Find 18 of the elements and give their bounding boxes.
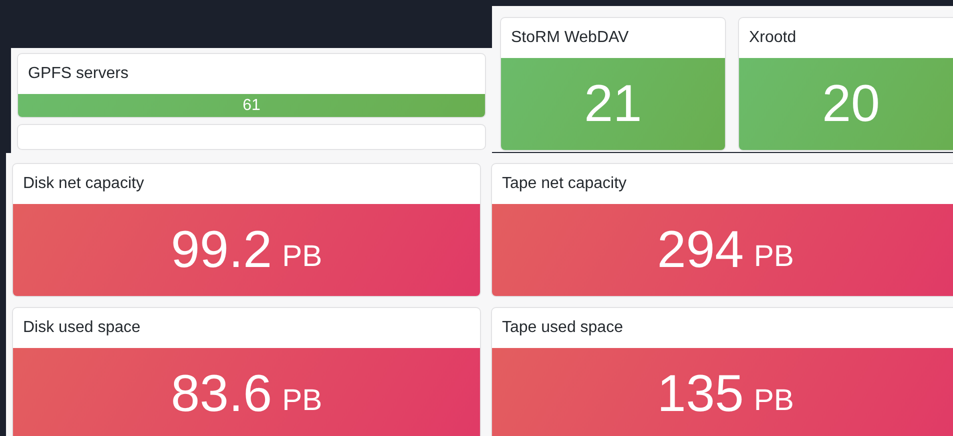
stat-value: 99.2 xyxy=(170,220,272,280)
panel-title: StoRM WebDAV xyxy=(510,28,630,48)
stat-value: 294 xyxy=(657,220,744,280)
stat-value: 135 xyxy=(657,364,744,424)
stat-unit: PB xyxy=(282,239,322,274)
stat-value: 83.6 xyxy=(170,364,272,424)
stat-value: 20 xyxy=(822,74,880,134)
stat-unit: PB xyxy=(754,239,794,274)
stat-unit: PB xyxy=(282,383,322,418)
panel-title: Disk used space xyxy=(22,318,142,338)
stat-unit: PB xyxy=(754,383,794,418)
panel-title: Xrootd xyxy=(748,28,798,48)
panel-title: Tape net capacity xyxy=(501,174,628,194)
stat-value: 21 xyxy=(584,74,642,134)
panel-title: Disk net capacity xyxy=(22,174,145,194)
panel-title: GPFS servers xyxy=(27,64,130,84)
stat-value: 61 xyxy=(242,96,260,115)
panel-title: Tape used space xyxy=(501,318,624,338)
